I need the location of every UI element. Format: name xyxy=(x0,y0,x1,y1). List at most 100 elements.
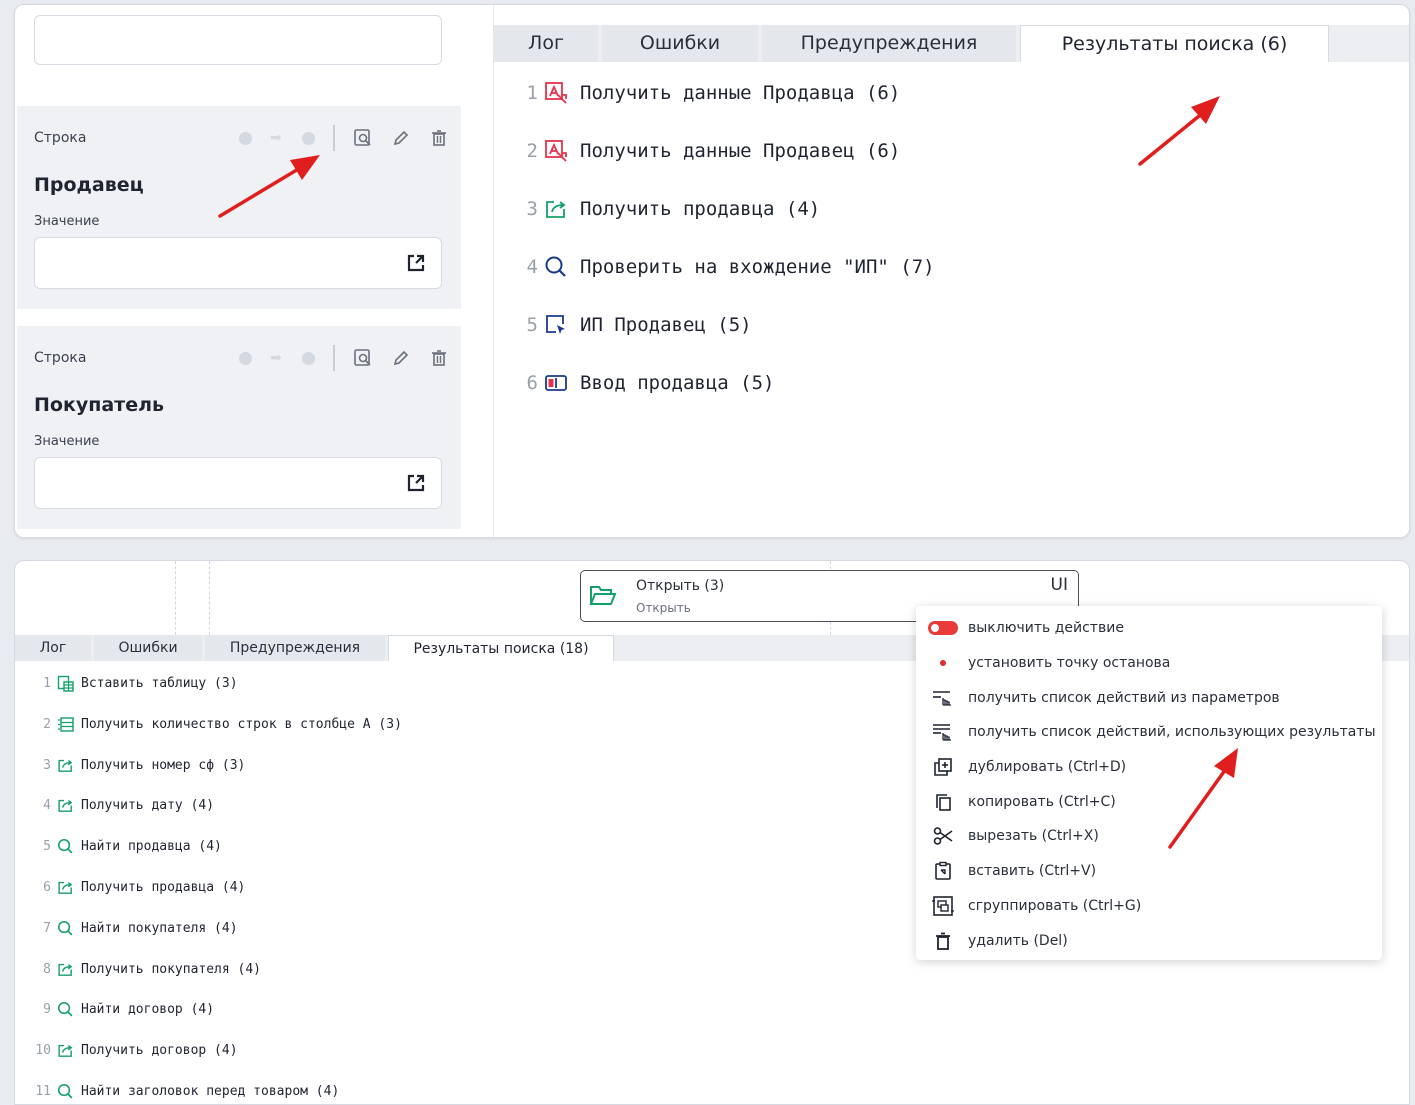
tab-warnings[interactable]: Предупреждения xyxy=(762,25,1016,62)
list-item[interactable]: 1 Вставить таблицу (3) xyxy=(29,675,402,717)
output-tabs: Лог Ошибки Предупреждения Результаты пои… xyxy=(494,25,1333,62)
find-usages-icon[interactable] xyxy=(353,128,373,148)
param-toolbar: ➡ xyxy=(239,344,449,372)
list-item[interactable]: 3 Получить номер сф (3) xyxy=(29,758,402,799)
menu-item-cut[interactable]: вырезать (Ctrl+X) xyxy=(916,819,1382,854)
duplicate-icon xyxy=(934,758,952,776)
search-icon xyxy=(57,1002,73,1017)
arrow-right-icon[interactable]: ➡ xyxy=(270,131,286,145)
list-item[interactable]: 6 Получить продавца (4) xyxy=(29,880,402,921)
list-item[interactable]: 3 Получить продавца (4) xyxy=(518,198,935,256)
result-text: Получить продавца (4) xyxy=(580,198,821,220)
output-tabs: Лог Ошибки Предупреждения Результаты пои… xyxy=(15,635,617,661)
top-value-input[interactable] xyxy=(34,15,442,65)
menu-item-copy[interactable]: копировать (Ctrl+C) xyxy=(916,784,1382,819)
folder-open-icon xyxy=(589,586,617,605)
menu-item-disable-action[interactable]: выключить действие xyxy=(916,611,1382,646)
list-using-results-icon xyxy=(933,724,951,742)
list-item[interactable]: 7 Найти покупателя (4) xyxy=(29,920,402,962)
result-text: Найти покупателя (4) xyxy=(81,920,238,936)
list-item[interactable]: 1 Получить данные Продавца (6) xyxy=(518,82,935,140)
search-icon xyxy=(57,1083,73,1099)
menu-item-label: сгруппировать (Ctrl+G) xyxy=(968,897,1142,914)
open-external-icon[interactable] xyxy=(405,252,427,274)
param-toolbar: ➡ xyxy=(239,124,449,152)
open-external-icon[interactable] xyxy=(405,472,427,494)
trash-icon xyxy=(936,932,950,950)
result-number: 4 xyxy=(43,798,51,814)
list-item[interactable]: 4 Получить дату (4) xyxy=(29,798,402,839)
toolbar-divider xyxy=(333,125,335,151)
menu-item-group[interactable]: сгруппировать (Ctrl+G) xyxy=(916,889,1382,924)
list-item[interactable]: 8 Получить покупателя (4) xyxy=(29,962,402,1003)
search-icon xyxy=(57,920,73,936)
result-text: Получить данные Продавца (6) xyxy=(580,82,901,104)
list-item[interactable]: 9 Найти договор (4) xyxy=(29,1002,402,1043)
edit-pencil-icon[interactable] xyxy=(391,128,411,148)
status-dot-icon[interactable] xyxy=(302,131,315,145)
result-number: 10 xyxy=(35,1043,51,1059)
menu-item-label: вырезать (Ctrl+X) xyxy=(968,828,1099,845)
list-item[interactable]: 5 ИП Продавец (5) xyxy=(518,314,935,372)
result-text: Получить количество строк в столбце А (3… xyxy=(81,716,402,732)
arrow-right-icon[interactable]: ➡ xyxy=(270,351,286,365)
result-text: Получить продавца (4) xyxy=(81,879,246,895)
find-usages-icon[interactable] xyxy=(353,348,373,368)
edit-pencil-icon[interactable] xyxy=(391,348,411,368)
tab-log[interactable]: Лог xyxy=(15,635,91,661)
get-value-icon xyxy=(58,881,73,894)
scissors-icon xyxy=(933,827,953,846)
tab-errors[interactable]: Ошибки xyxy=(94,635,202,661)
image-text-icon xyxy=(545,140,567,162)
result-text: Ввод продавца (5) xyxy=(580,372,775,394)
input-field-icon xyxy=(545,375,567,391)
get-value-icon xyxy=(546,201,566,218)
menu-item-actions-using-results[interactable]: получить список действий, использующих р… xyxy=(916,715,1382,750)
list-item[interactable]: 2 Получить количество строк в столбце А … xyxy=(29,717,402,758)
canvas-guide xyxy=(175,561,176,635)
list-item[interactable]: 11 Найти заголовок перед товаром (4) xyxy=(29,1083,402,1104)
result-number: 5 xyxy=(43,839,51,855)
tab-search-results[interactable]: Результаты поиска (6) xyxy=(1020,25,1329,62)
params-sidebar: Строка ➡ Продавец Значение Строка ➡ Поку… xyxy=(15,5,461,537)
node-type-badge: UI xyxy=(1050,575,1068,595)
toolbar-divider xyxy=(333,345,335,371)
menu-item-duplicate[interactable]: дублировать (Ctrl+D) xyxy=(916,750,1382,785)
tab-warnings[interactable]: Предупреждения xyxy=(205,635,385,661)
list-item[interactable]: 10 Получить договор (4) xyxy=(29,1043,402,1084)
status-dot-icon[interactable] xyxy=(239,351,252,365)
tab-log[interactable]: Лог xyxy=(494,25,598,62)
list-item[interactable]: 2 Получить данные Продавец (6) xyxy=(518,140,935,198)
context-menu: выключить действие установить точку оста… xyxy=(916,606,1382,960)
tab-errors[interactable]: Ошибки xyxy=(602,25,758,62)
search-results-panel-top: Строка ➡ Продавец Значение Строка ➡ Поку… xyxy=(14,4,1410,538)
status-dot-icon[interactable] xyxy=(239,131,252,145)
image-text-icon xyxy=(545,82,567,104)
search-results-list: 1 Получить данные Продавца (6) 2 Получит… xyxy=(518,82,935,430)
result-number: 1 xyxy=(43,676,51,691)
list-item[interactable]: 6 Ввод продавца (5) xyxy=(518,372,935,430)
result-text: Найти договор (4) xyxy=(81,1002,215,1018)
result-number: 3 xyxy=(526,198,538,220)
param-value-input[interactable] xyxy=(34,237,442,289)
param-value-input[interactable] xyxy=(34,457,442,509)
menu-item-actions-from-params[interactable]: получить список действий из параметров xyxy=(916,680,1382,715)
result-number: 11 xyxy=(35,1083,51,1099)
menu-item-set-breakpoint[interactable]: установить точку останова xyxy=(916,646,1382,681)
list-item[interactable]: 4 Проверить на вхождение "ИП" (7) xyxy=(518,256,935,314)
search-results-list: 1 Вставить таблицу (3) 2 Получить количе… xyxy=(29,675,402,1104)
result-number: 3 xyxy=(43,757,51,773)
node-title: Открыть (3) xyxy=(636,578,725,594)
get-value-icon xyxy=(58,1045,73,1058)
paste-icon xyxy=(935,861,951,880)
tab-search-results[interactable]: Результаты поиска (18) xyxy=(388,635,614,661)
status-dot-icon[interactable] xyxy=(302,351,315,365)
menu-item-label: получить список действий из параметров xyxy=(968,689,1280,706)
trash-icon[interactable] xyxy=(429,128,449,148)
menu-item-delete[interactable]: удалить (Del) xyxy=(916,923,1382,958)
list-item[interactable]: 5 Найти продавца (4) xyxy=(29,839,402,880)
toggle-icon[interactable] xyxy=(928,621,958,636)
trash-icon[interactable] xyxy=(429,348,449,368)
output-panel: Лог Ошибки Предупреждения Результаты пои… xyxy=(494,5,1409,537)
menu-item-paste[interactable]: вставить (Ctrl+V) xyxy=(916,854,1382,889)
